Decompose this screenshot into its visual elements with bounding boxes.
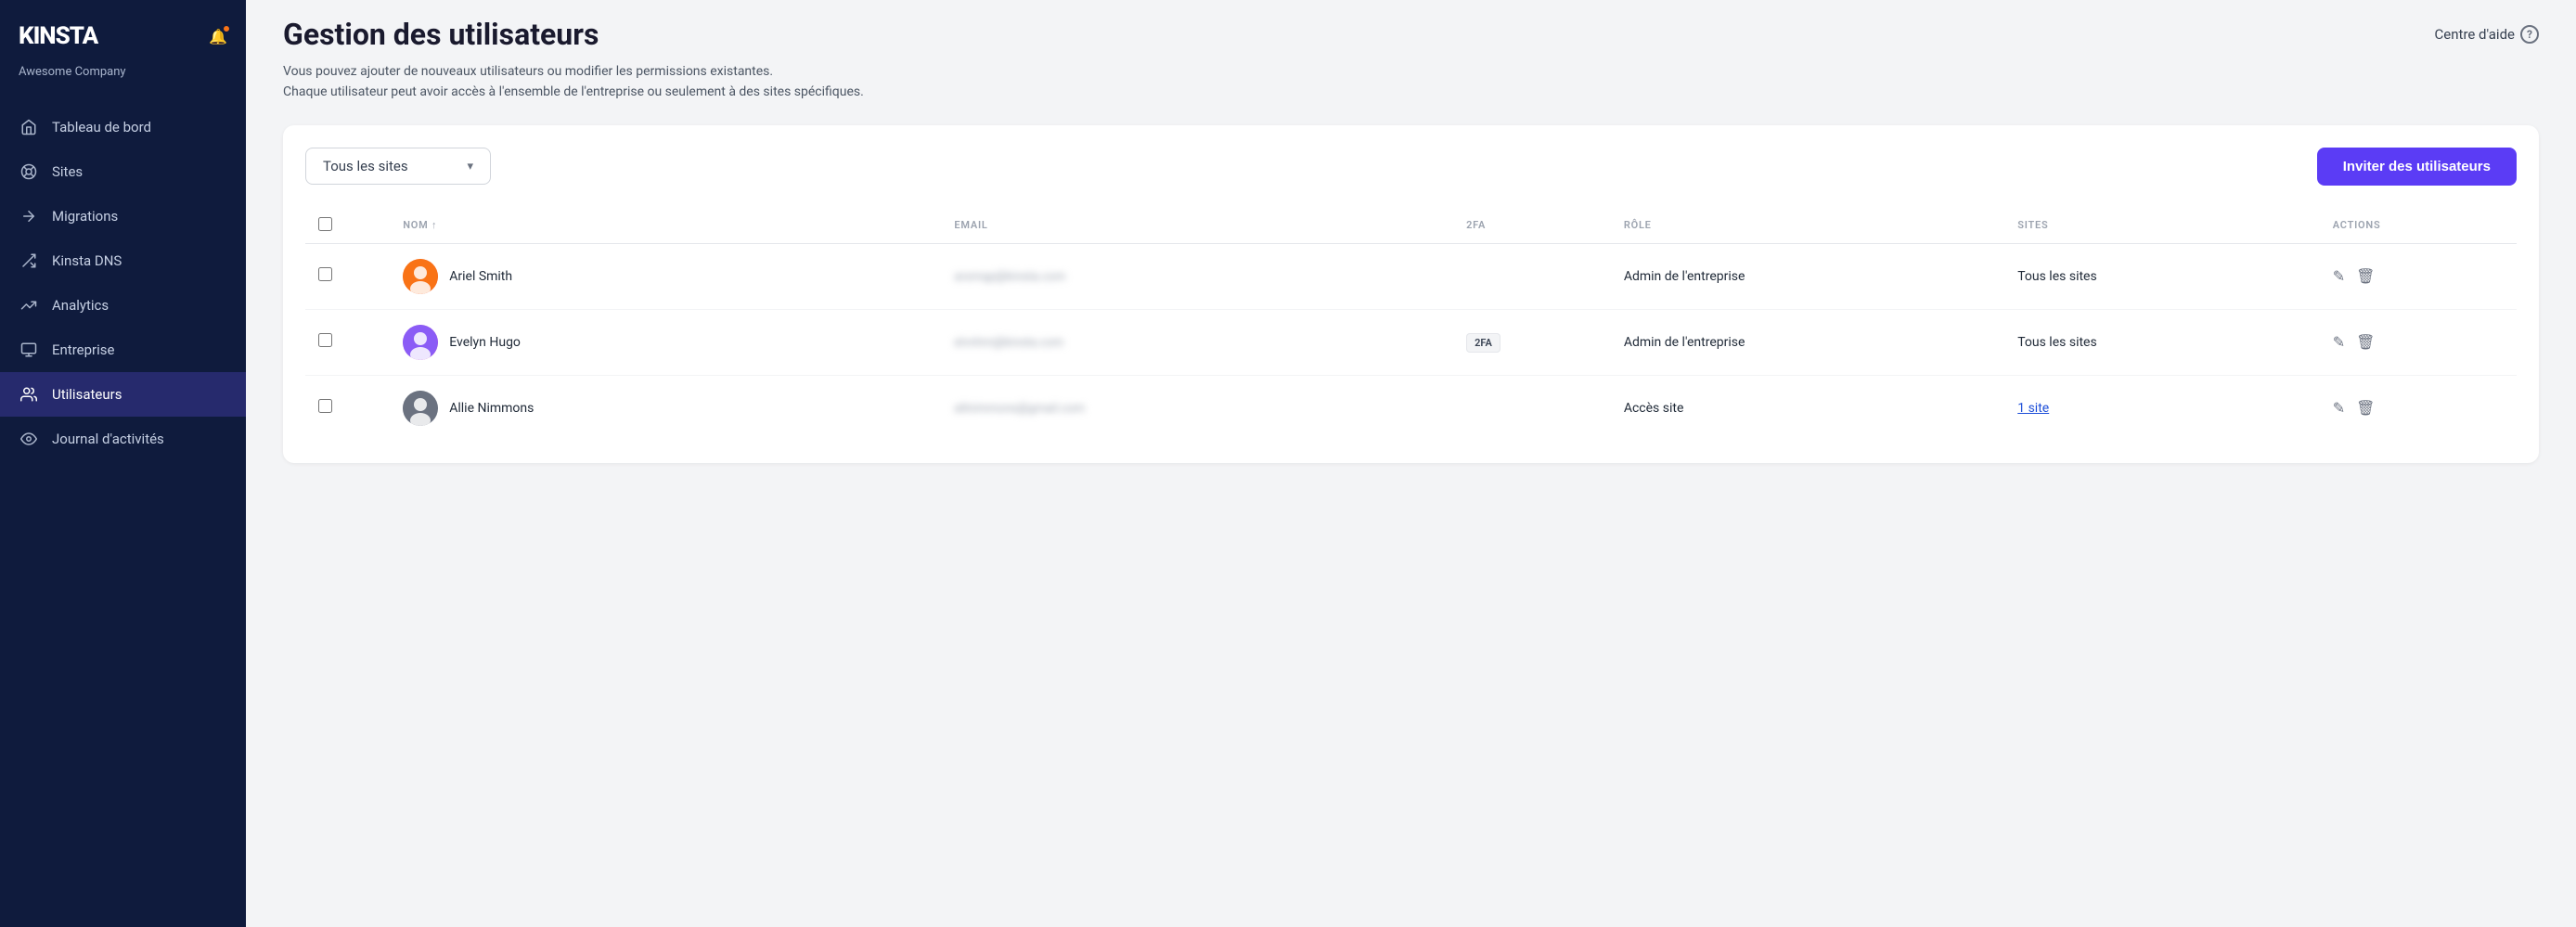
sidebar-item-migrations[interactable]: Migrations	[0, 194, 246, 238]
user-name-cell-ariel: Ariel Smith	[390, 243, 941, 309]
top-bar: Gestion des utilisateurs Centre d'aide ?	[246, 0, 2576, 52]
user-email-evelyn: elvnhm@kinsta.com	[941, 309, 1453, 375]
help-circle-icon: ?	[2520, 25, 2539, 44]
company-name: Awesome Company	[0, 59, 246, 97]
brand-logo: KINSTA	[19, 22, 97, 50]
page-title: Gestion des utilisateurs	[283, 17, 599, 52]
users-table: NOM ↑ EMAIL 2FA RÔLE SITES	[305, 208, 2517, 441]
migrations-icon	[19, 206, 39, 226]
table-row: Evelyn Hugo elvnhm@kinsta.com 2FA Admin …	[305, 309, 2517, 375]
toolbar: Tous les sites ▾ Inviter des utilisateur…	[305, 148, 2517, 186]
user-role-evelyn: Admin de l'entreprise	[1611, 309, 2004, 375]
table-body: Ariel Smith arsmqp@kinsta.com Admin de l…	[305, 243, 2517, 441]
user-sites-allie: 1 site	[2004, 375, 2320, 441]
main-content: Gestion des utilisateurs Centre d'aide ?…	[246, 0, 2576, 927]
delete-icon-ariel[interactable]: 🗑	[2356, 267, 2375, 285]
th-sites: SITES	[2004, 208, 2320, 244]
user-2fa-allie	[1453, 375, 1611, 441]
row-select-ariel[interactable]	[318, 267, 332, 281]
user-sites-ariel: Tous les sites	[2004, 243, 2320, 309]
sidebar: KINSTA 🔔 Awesome Company Tableau de bord…	[0, 0, 246, 927]
2fa-badge-evelyn: 2FA	[1466, 333, 1501, 353]
sidebar-item-analytics[interactable]: Analytics	[0, 283, 246, 328]
user-name-cell-evelyn: Evelyn Hugo	[390, 309, 941, 375]
row-select-allie[interactable]	[318, 399, 332, 413]
users-icon	[19, 384, 39, 405]
sidebar-logo: KINSTA 🔔	[0, 0, 246, 59]
chevron-down-icon: ▾	[467, 160, 473, 174]
help-link[interactable]: Centre d'aide ?	[2435, 25, 2539, 44]
avatar-allie	[403, 391, 438, 426]
select-all-checkbox[interactable]	[318, 217, 332, 231]
dns-icon	[19, 251, 39, 271]
sidebar-item-journal-activites[interactable]: Journal d'activités	[0, 417, 246, 461]
sites-count-link-allie[interactable]: 1 site	[2017, 401, 2049, 416]
th-actions: ACTIONS	[2320, 208, 2517, 244]
row-checkbox-ariel[interactable]	[305, 243, 390, 309]
journal-icon	[19, 429, 39, 449]
nav-list: Tableau de bord Sites Migrations Kinsta …	[0, 97, 246, 469]
notification-dot	[223, 25, 230, 32]
sites-icon	[19, 161, 39, 182]
analytics-icon	[19, 295, 39, 315]
user-actions-ariel: ✎ 🗑	[2320, 243, 2517, 309]
th-2fa: 2FA	[1453, 208, 1611, 244]
user-name-cell-allie: Allie Nimmons	[390, 375, 941, 441]
site-filter-dropdown[interactable]: Tous les sites ▾	[305, 148, 491, 185]
edit-icon-ariel[interactable]: ✎	[2333, 267, 2345, 285]
home-icon	[19, 117, 39, 137]
table-row: Ariel Smith arsmqp@kinsta.com Admin de l…	[305, 243, 2517, 309]
invite-users-button[interactable]: Inviter des utilisateurs	[2317, 148, 2517, 186]
entreprise-icon	[19, 340, 39, 360]
table-row: Allie Nimmons allnimmons@gmail.com Accès…	[305, 375, 2517, 441]
delete-icon-allie[interactable]: 🗑	[2356, 399, 2375, 417]
edit-icon-allie[interactable]: ✎	[2333, 399, 2345, 417]
user-email-allie: allnimmons@gmail.com	[941, 375, 1453, 441]
avatar-evelyn	[403, 325, 438, 360]
sidebar-item-entreprise[interactable]: Entreprise	[0, 328, 246, 372]
user-actions-allie: ✎ 🗑	[2320, 375, 2517, 441]
content-area: Tous les sites ▾ Inviter des utilisateur…	[283, 125, 2539, 463]
user-email-ariel: arsmqp@kinsta.com	[941, 243, 1453, 309]
user-actions-evelyn: ✎ 🗑	[2320, 309, 2517, 375]
user-sites-evelyn: Tous les sites	[2004, 309, 2320, 375]
th-role: RÔLE	[1611, 208, 2004, 244]
user-2fa-evelyn: 2FA	[1453, 309, 1611, 375]
sidebar-item-tableau-de-bord[interactable]: Tableau de bord	[0, 105, 246, 149]
notification-bell-icon[interactable]: 🔔	[209, 28, 227, 45]
delete-icon-evelyn[interactable]: 🗑	[2356, 333, 2375, 351]
user-role-ariel: Admin de l'entreprise	[1611, 243, 2004, 309]
table-header: NOM ↑ EMAIL 2FA RÔLE SITES	[305, 208, 2517, 244]
sidebar-item-utilisateurs[interactable]: Utilisateurs	[0, 372, 246, 417]
th-select-all[interactable]	[305, 208, 390, 244]
th-nom[interactable]: NOM ↑	[390, 208, 941, 244]
page-description: Vous pouvez ajouter de nouveaux utilisat…	[246, 52, 2576, 103]
row-checkbox-allie[interactable]	[305, 375, 390, 441]
user-role-allie: Accès site	[1611, 375, 2004, 441]
row-checkbox-evelyn[interactable]	[305, 309, 390, 375]
row-select-evelyn[interactable]	[318, 333, 332, 347]
user-2fa-ariel	[1453, 243, 1611, 309]
sidebar-item-kinsta-dns[interactable]: Kinsta DNS	[0, 238, 246, 283]
edit-icon-evelyn[interactable]: ✎	[2333, 333, 2345, 351]
avatar-ariel	[403, 259, 438, 294]
sidebar-item-sites[interactable]: Sites	[0, 149, 246, 194]
th-email: EMAIL	[941, 208, 1453, 244]
